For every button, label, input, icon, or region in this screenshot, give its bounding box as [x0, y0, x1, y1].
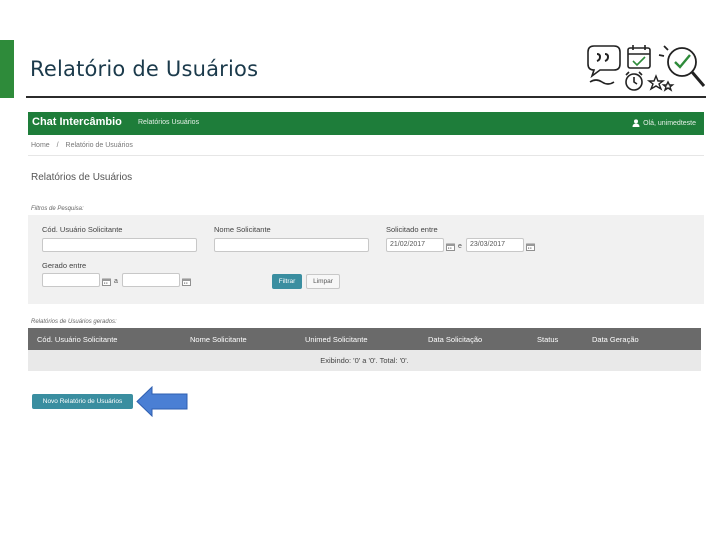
user-icon	[632, 119, 640, 127]
column-header[interactable]: Nome Solicitante	[190, 335, 247, 344]
clear-button[interactable]: Limpar	[306, 274, 340, 289]
nome-solicitante-input[interactable]	[214, 238, 369, 252]
page-title: Relatórios de Usuários	[31, 172, 133, 183]
date-separator: e	[458, 243, 462, 250]
quote-bubbles-icon	[587, 45, 621, 85]
results-section-label: Relatórios de Usuários gerados:	[31, 319, 117, 325]
results-table-header: Cód. Usuário Solicitante Nome Solicitant…	[28, 328, 701, 350]
breadcrumb-separator: /	[56, 142, 59, 149]
column-header[interactable]: Data Solicitação	[428, 335, 482, 344]
filter-button[interactable]: Filtrar	[272, 274, 302, 289]
nome-solicitante-label: Nome Solicitante	[214, 225, 271, 234]
calendar-icon[interactable]	[446, 243, 455, 251]
date-separator: a	[114, 278, 118, 285]
app-header: Chat Intercâmbio Relatórios Usuários Olá…	[28, 112, 704, 135]
column-header[interactable]: Data Geração	[592, 335, 639, 344]
gerado-to-input[interactable]	[122, 273, 180, 287]
new-report-button[interactable]: Novo Relatório de Usuários	[32, 394, 133, 409]
slide-title: Relatório de Usuários	[30, 57, 259, 81]
filters-section-label: Filtros de Pesquisa:	[31, 206, 84, 212]
column-header[interactable]: Unimed Solicitante	[305, 335, 368, 344]
slide-icon-cluster	[587, 45, 706, 92]
magnifier-check-icon	[658, 45, 706, 87]
user-greeting: Olá, unimedteste	[643, 119, 696, 127]
user-menu[interactable]: Olá, unimedteste	[632, 119, 696, 127]
breadcrumb-current: Relatório de Usuários	[65, 142, 133, 149]
slide-accent-bar	[0, 40, 14, 98]
breadcrumb: Home / Relatório de Usuários	[31, 142, 138, 149]
pagination-summary: Exibindo: '0' a '0'. Total: '0'.	[320, 356, 409, 365]
solicitado-to-input[interactable]: 23/03/2017	[466, 238, 524, 252]
filter-panel: Cód. Usuário Solicitante Nome Solicitant…	[28, 215, 704, 304]
left-arrow-icon	[136, 386, 188, 417]
nav-item-relatorios[interactable]: Relatórios Usuários	[138, 119, 199, 126]
calendar-icon[interactable]	[182, 278, 191, 286]
solicitado-entre-label: Solicitado entre	[386, 225, 438, 234]
slide-divider	[26, 96, 706, 98]
stars-icon	[646, 74, 675, 92]
column-header[interactable]: Status	[537, 335, 558, 344]
alarm-clock-icon	[625, 71, 643, 91]
column-header[interactable]: Cód. Usuário Solicitante	[37, 335, 117, 344]
breadcrumb-divider	[28, 155, 704, 156]
breadcrumb-home[interactable]: Home	[31, 142, 50, 149]
solicitado-from-input[interactable]: 21/02/2017	[386, 238, 444, 252]
results-table-body: Exibindo: '0' a '0'. Total: '0'.	[28, 350, 701, 371]
calendar-check-icon	[627, 45, 651, 69]
calendar-icon[interactable]	[102, 278, 111, 286]
gerado-entre-label: Gerado entre	[42, 261, 87, 270]
cod-usuario-label: Cód. Usuário Solicitante	[42, 225, 123, 234]
cod-usuario-input[interactable]	[42, 238, 197, 252]
gerado-from-input[interactable]	[42, 273, 100, 287]
calendar-icon[interactable]	[526, 243, 535, 251]
app-name[interactable]: Chat Intercâmbio	[32, 116, 122, 128]
